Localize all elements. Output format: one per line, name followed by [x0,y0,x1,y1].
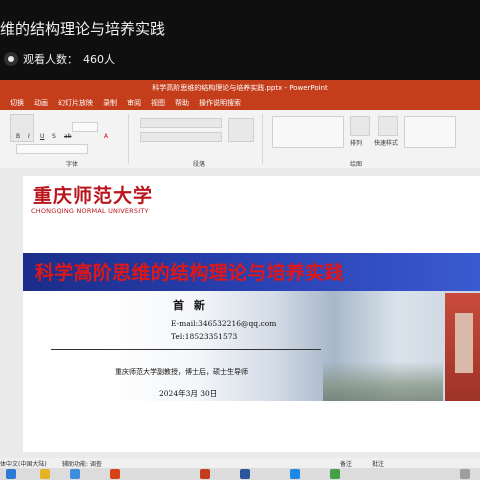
language-status[interactable]: 体中文(中国大陆) [0,459,47,468]
slide-editor: 重庆师范大学 CHONGQING NORMAL UNIVERSITY 科学高阶思… [0,168,480,458]
notes-button[interactable]: 备注 [340,459,352,468]
powerpoint-icon[interactable] [200,469,210,479]
ribbon-tabs: 切换 动画 幻灯片放映 录制 审阅 视图 帮助 操作说明搜索 [0,95,480,110]
wechat-icon[interactable] [330,469,340,479]
status-bar: 体中文(中国大陆) 辅助功能: 调查 备注 批注 [0,458,480,468]
ribbon-toolbar: B I U S ab A 字体 段落 排列 快速样式 绘图 [0,110,480,169]
campus-building-image [445,293,480,401]
drawing-group-label: 绘图 [350,161,363,168]
slide-title: 科学高阶思维的结构理论与培养实践 [35,262,344,284]
clipboard-icon[interactable] [10,114,34,142]
font-color-button[interactable]: A [104,133,108,140]
viewer-label: 观看人数： [23,53,78,66]
tab-review[interactable]: 审阅 [127,98,141,108]
tab-transitions[interactable]: 切换 [10,98,24,108]
presenter-email: E-mail:346532216@qq.com [171,319,277,328]
chrome-icon[interactable] [110,469,120,479]
font-group-label: 字体 [66,161,79,168]
university-logo-chinese: 重庆师范大学 [33,185,154,207]
app-icon[interactable] [290,469,300,479]
bullets-numbering-icon[interactable] [140,118,222,128]
university-logo-english: CHONGQING NORMAL UNIVERSITY [31,207,149,215]
divider-line [51,349,321,350]
shape-fill-outline-icon[interactable] [404,116,456,148]
live-viewers-icon [4,52,18,66]
window-title: 科学高阶思维的结构理论与培养实践.pptx - PowerPoint [152,83,328,92]
shadow-button[interactable]: S [52,133,56,140]
presenter-name: 首 新 [173,299,208,312]
browser-icon[interactable] [70,469,80,479]
tab-slideshow[interactable]: 幻灯片放映 [58,98,93,108]
viewer-count-row: 观看人数： 460人 [4,51,115,67]
campus-trees-image [323,361,443,401]
presenter-affiliation: 重庆师范大学副教授，博士后，硕士生导师 [115,368,248,376]
title-banner: 科学高阶思维的结构理论与培养实践 首 新 E-mail:346532216@qq… [23,253,480,401]
text-direction-icon[interactable] [228,118,254,142]
comments-button[interactable]: 批注 [372,459,384,468]
font-name-select[interactable] [16,144,88,154]
bold-button[interactable]: B [16,133,20,140]
system-tray-icon[interactable] [460,469,470,479]
word-icon[interactable] [240,469,250,479]
start-icon[interactable] [6,469,16,479]
stream-title: 维的结构理论与培养实践 [0,20,166,38]
presenter-phone: Tel:18523351573 [171,332,238,341]
font-size-select[interactable] [72,122,98,132]
file-explorer-icon[interactable] [40,469,50,479]
tab-animations[interactable]: 动画 [34,98,48,108]
arrange-button[interactable]: 排列 [350,138,362,147]
strikethrough-button[interactable]: ab [64,133,72,140]
quick-styles-button[interactable]: 快速样式 [374,138,398,147]
tell-me-search[interactable]: 操作说明搜索 [199,98,241,108]
tab-view[interactable]: 视图 [151,98,165,108]
tab-help[interactable]: 帮助 [175,98,189,108]
slide-canvas[interactable]: 重庆师范大学 CHONGQING NORMAL UNIVERSITY 科学高阶思… [23,176,480,452]
tab-record[interactable]: 录制 [103,98,117,108]
underline-button[interactable]: U [40,133,44,140]
group-divider [128,114,129,164]
group-divider [262,114,263,164]
italic-button[interactable]: I [28,133,30,140]
accessibility-status[interactable]: 辅助功能: 调查 [62,459,102,468]
paragraph-group-label: 段落 [193,161,206,168]
window-titlebar: 科学高阶思维的结构理论与培养实践.pptx - PowerPoint [0,80,480,95]
windows-taskbar [0,468,480,480]
arrange-icon[interactable] [350,116,370,136]
viewer-count: 460人 [83,53,115,66]
quick-styles-icon[interactable] [378,116,398,136]
alignment-icon[interactable] [140,132,222,142]
presentation-date: 2024年3月 30日 [159,389,218,398]
powerpoint-window: 科学高阶思维的结构理论与培养实践.pptx - PowerPoint 切换 动画… [0,80,480,480]
shapes-gallery-icon[interactable] [272,116,344,148]
